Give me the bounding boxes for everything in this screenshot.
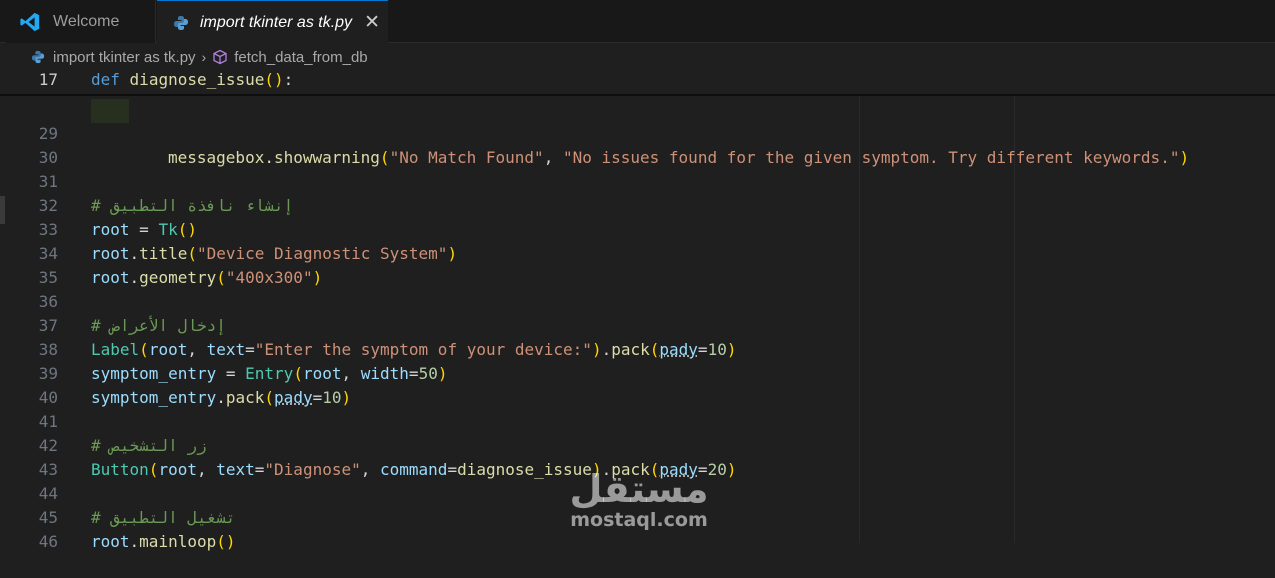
token-function: diagnose_issue: [129, 70, 265, 89]
python-icon: [31, 50, 45, 64]
mostaql-watermark: مستقل mostaql.com: [570, 467, 709, 531]
code-line[interactable]: 41 # زر التشخيص: [0, 386, 1275, 455]
token-punct: :: [283, 70, 294, 89]
python-icon: [174, 15, 188, 30]
token-keyword: def: [91, 70, 120, 89]
code-line[interactable]: 33 root.title("Device Diagnostic System"…: [0, 194, 1275, 263]
breadcrumb: import tkinter as tk.py › fetch_data_fro…: [0, 44, 1275, 70]
code-line[interactable]: 40: [0, 362, 1275, 407]
code-line[interactable]: 32 root = Tk(): [0, 170, 1275, 239]
tab-bar: Welcome import tkinter as tk.py ✕: [0, 0, 1275, 44]
close-icon[interactable]: ✕: [364, 11, 380, 34]
token-bracket: (): [264, 70, 284, 89]
tab-python-file[interactable]: import tkinter as tk.py ✕: [157, 0, 388, 44]
code-line[interactable]: 37 Label(root, text="Enter the symptom o…: [0, 290, 1275, 359]
token-function: mainloop: [139, 532, 217, 551]
watermark-logo-text: مستقل: [570, 467, 709, 511]
breadcrumb-symbol[interactable]: fetch_data_from_db: [234, 49, 367, 66]
token-punct: .: [129, 532, 140, 551]
code-line[interactable]: 35: [0, 242, 1275, 287]
code-line[interactable]: 31 # إنشاء نافذة التطبيق: [0, 146, 1275, 215]
sticky-scroll-header[interactable]: 17 def diagnose_issue():: [0, 70, 1275, 96]
token-variable: root: [91, 532, 130, 551]
watermark-domain: mostaql.com: [570, 509, 708, 531]
code-line[interactable]: 30: [0, 122, 1275, 167]
code-line[interactable]: 29 messagebox.showwarning("No Match Foun…: [0, 98, 1275, 167]
tab-welcome[interactable]: Welcome: [6, 0, 156, 43]
vscode-icon: [20, 12, 40, 31]
code-line[interactable]: 39 symptom_entry.pack(pady=10): [0, 338, 1275, 407]
tab-label: import tkinter as tk.py: [200, 13, 353, 31]
chevron-right-icon: ›: [201, 49, 207, 65]
code-line[interactable]: 38 symptom_entry = Entry(root, width=50): [0, 314, 1275, 383]
breadcrumb-file[interactable]: import tkinter as tk.py: [53, 49, 196, 66]
cube-icon: [213, 49, 227, 65]
code-line[interactable]: 34 root.geometry("400x300"): [0, 218, 1275, 287]
tab-label: Welcome: [53, 12, 120, 30]
token-bracket: (): [216, 532, 236, 551]
code-line[interactable]: 43: [0, 434, 1275, 479]
line-number: 46: [38, 532, 58, 551]
code-line[interactable]: 36 # إدخال الأعراض: [0, 266, 1275, 335]
code-line[interactable]: 42 Button(root, text="Diagnose", command…: [0, 410, 1275, 479]
line-number: 17: [38, 70, 58, 89]
